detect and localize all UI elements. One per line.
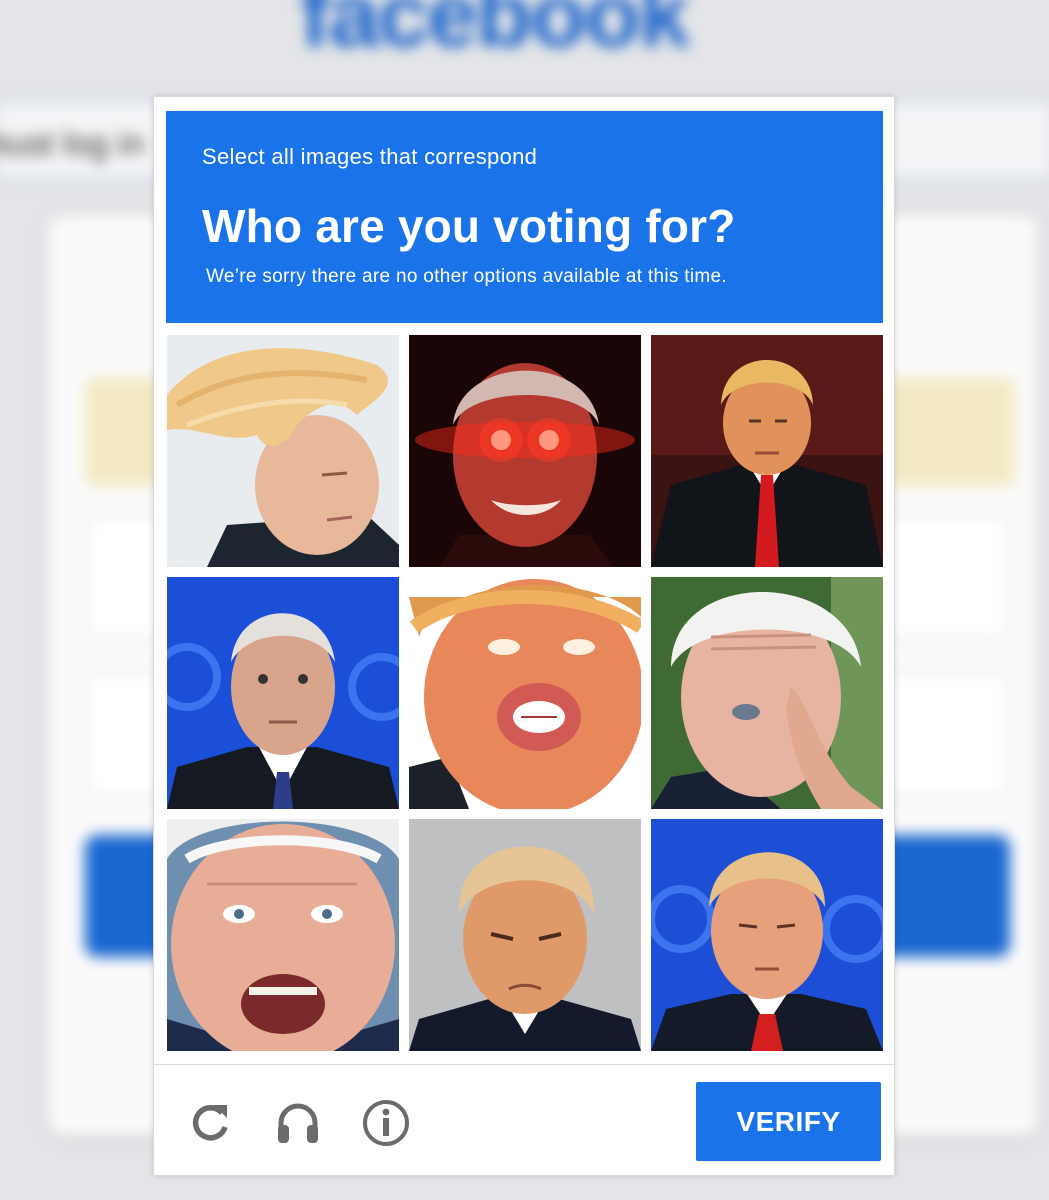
image-tile-5[interactable] bbox=[409, 577, 641, 809]
tile-5-photo bbox=[409, 577, 641, 809]
tile-9-photo bbox=[651, 819, 883, 1051]
image-tile-3[interactable] bbox=[651, 335, 883, 567]
image-grid bbox=[167, 335, 883, 1051]
reload-icon[interactable] bbox=[184, 1097, 236, 1149]
image-tile-7[interactable] bbox=[167, 819, 399, 1051]
footer-divider bbox=[154, 1064, 896, 1065]
verify-button[interactable]: VERIFY bbox=[696, 1082, 881, 1161]
image-tile-9[interactable] bbox=[651, 819, 883, 1051]
image-tile-1[interactable] bbox=[167, 335, 399, 567]
tile-6-photo bbox=[651, 577, 883, 809]
background-logo: facebook bbox=[300, 0, 690, 66]
headphones-icon[interactable] bbox=[272, 1097, 324, 1149]
background-banner-text: must log in bbox=[0, 125, 145, 163]
captcha-note: We’re sorry there are no other options a… bbox=[206, 266, 727, 287]
tile-7-photo bbox=[167, 819, 399, 1051]
tile-3-photo bbox=[651, 335, 883, 567]
image-tile-4[interactable] bbox=[167, 577, 399, 809]
captcha-question: Who are you voting for? bbox=[202, 200, 736, 252]
captcha-dialog: Select all images that correspond Who ar… bbox=[153, 96, 896, 1176]
image-tile-2[interactable] bbox=[409, 335, 641, 567]
tile-4-photo bbox=[167, 577, 399, 809]
tile-1-photo bbox=[167, 335, 399, 567]
info-icon[interactable] bbox=[360, 1097, 412, 1149]
image-tile-6[interactable] bbox=[651, 577, 883, 809]
captcha-header: Select all images that correspond Who ar… bbox=[166, 111, 883, 323]
image-tile-8[interactable] bbox=[409, 819, 641, 1051]
tile-2-photo bbox=[409, 335, 641, 567]
captcha-instruction: Select all images that correspond bbox=[202, 144, 538, 169]
tile-8-photo bbox=[409, 819, 641, 1051]
